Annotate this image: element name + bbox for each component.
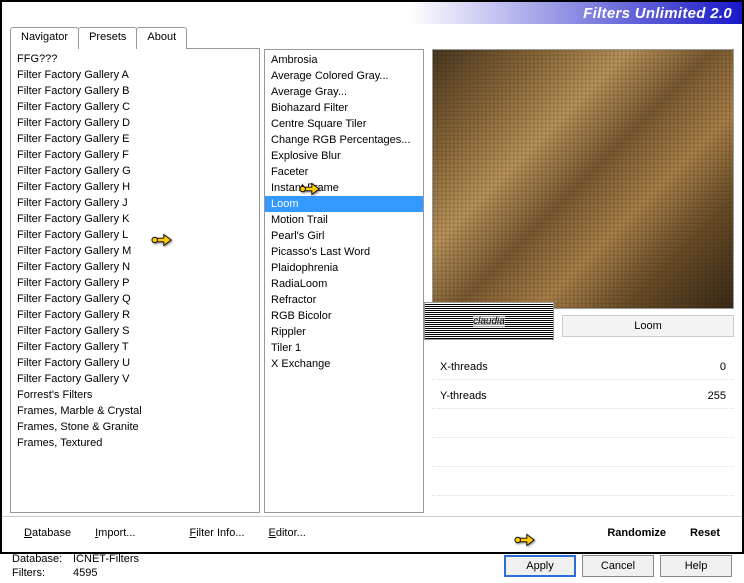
list-item[interactable]: Average Gray... — [265, 84, 423, 100]
titlebar: Filters Unlimited 2.0 — [2, 2, 742, 24]
list-item[interactable]: Frames, Marble & Crystal — [11, 403, 259, 419]
list-item[interactable]: Forrest's Filters — [11, 387, 259, 403]
middle-pane: AmbrosiaAverage Colored Gray...Average G… — [264, 27, 424, 513]
param-row-x[interactable]: X-threads 0 — [432, 355, 734, 380]
tab-navigator[interactable]: Navigator — [10, 27, 79, 49]
tabs-row: Navigator Presets About — [10, 27, 260, 49]
list-item[interactable]: Filter Factory Gallery M — [11, 243, 259, 259]
reset-button[interactable]: Reset — [678, 523, 732, 543]
list-item[interactable]: Pearl's Girl — [265, 228, 423, 244]
list-item[interactable]: Motion Trail — [265, 212, 423, 228]
list-item[interactable]: Filter Factory Gallery C — [11, 99, 259, 115]
database-button[interactable]: Database — [12, 523, 83, 543]
list-item[interactable]: Faceter — [265, 164, 423, 180]
list-item[interactable]: Plaidophrenia — [265, 260, 423, 276]
list-item[interactable]: Filter Factory Gallery N — [11, 259, 259, 275]
list-item[interactable]: Change RGB Percentages... — [265, 132, 423, 148]
selected-filter-name: Loom — [562, 315, 734, 337]
param-label: Y-threads — [440, 390, 487, 402]
tab-about[interactable]: About — [136, 27, 187, 49]
import-button[interactable]: Import... — [83, 523, 147, 543]
param-label: X-threads — [440, 361, 488, 373]
list-item[interactable]: Filter Factory Gallery D — [11, 115, 259, 131]
list-item[interactable]: Filter Factory Gallery E — [11, 131, 259, 147]
list-item[interactable]: Picasso's Last Word — [265, 244, 423, 260]
status-bar: Database: ICNET-Filters Filters: 4595 Ap… — [2, 549, 742, 583]
action-buttons: Apply Cancel Help — [504, 555, 732, 577]
list-item[interactable]: RGB Bicolor — [265, 308, 423, 324]
list-item[interactable]: Frames, Stone & Granite — [11, 419, 259, 435]
list-item[interactable]: Filter Factory Gallery B — [11, 83, 259, 99]
params-area: Loom X-threads 0 Y-threads 255 — [432, 315, 734, 496]
filters-count-value: 4595 — [73, 567, 97, 579]
list-item[interactable]: Frames, Textured — [11, 435, 259, 451]
list-item[interactable]: FFG??? — [11, 51, 259, 67]
spacer — [264, 27, 424, 49]
gallery-list[interactable]: FFG???Filter Factory Gallery AFilter Fac… — [10, 49, 260, 513]
list-item[interactable]: Average Colored Gray... — [265, 68, 423, 84]
param-row-empty — [432, 442, 734, 467]
list-item[interactable]: Filter Factory Gallery S — [11, 323, 259, 339]
bottom-buttons: Database Import... Filter Info... Editor… — [2, 516, 742, 549]
list-item[interactable]: Centre Square Tiler — [265, 116, 423, 132]
filter-info-button[interactable]: Filter Info... — [177, 523, 256, 543]
left-pane: Navigator Presets About FFG???Filter Fac… — [10, 27, 260, 513]
filter-list[interactable]: AmbrosiaAverage Colored Gray...Average G… — [264, 49, 424, 513]
param-row-y[interactable]: Y-threads 255 — [432, 384, 734, 409]
filters-count-label: Filters: — [12, 567, 67, 579]
list-item[interactable]: Explosive Blur — [265, 148, 423, 164]
app-title: Filters Unlimited 2.0 — [583, 5, 732, 22]
param-value: 0 — [720, 361, 726, 373]
list-item[interactable]: Filter Factory Gallery G — [11, 163, 259, 179]
db-label: Database: — [12, 553, 67, 565]
list-item[interactable]: RadiaLoom — [265, 276, 423, 292]
watermark-text: claudia — [473, 316, 505, 327]
list-item[interactable]: Filter Factory Gallery H — [11, 179, 259, 195]
list-item[interactable]: Filter Factory Gallery K — [11, 211, 259, 227]
list-item[interactable]: Loom — [265, 196, 423, 212]
randomize-button[interactable]: Randomize — [595, 523, 678, 543]
list-item[interactable]: Filter Factory Gallery R — [11, 307, 259, 323]
help-button[interactable]: Help — [660, 555, 732, 577]
status-info: Database: ICNET-Filters Filters: 4595 — [12, 553, 139, 579]
apply-button[interactable]: Apply — [504, 555, 576, 577]
list-item[interactable]: Filter Factory Gallery F — [11, 147, 259, 163]
cancel-button[interactable]: Cancel — [582, 555, 654, 577]
tab-presets[interactable]: Presets — [78, 27, 137, 49]
content-area: Navigator Presets About FFG???Filter Fac… — [2, 24, 742, 516]
list-item[interactable]: Filter Factory Gallery T — [11, 339, 259, 355]
tab-underline — [186, 27, 260, 49]
list-item[interactable]: Instant Frame — [265, 180, 423, 196]
list-item[interactable]: Ambrosia — [265, 52, 423, 68]
list-item[interactable]: Biohazard Filter — [265, 100, 423, 116]
list-item[interactable]: Filter Factory Gallery J — [11, 195, 259, 211]
list-item[interactable]: Refractor — [265, 292, 423, 308]
param-row-empty — [432, 471, 734, 496]
list-item[interactable]: Rippler — [265, 324, 423, 340]
list-item[interactable]: Filter Factory Gallery P — [11, 275, 259, 291]
list-item[interactable]: X Exchange — [265, 356, 423, 372]
list-item[interactable]: Filter Factory Gallery A — [11, 67, 259, 83]
list-item[interactable]: Filter Factory Gallery V — [11, 371, 259, 387]
preview-image — [432, 49, 734, 309]
list-item[interactable]: Filter Factory Gallery L — [11, 227, 259, 243]
list-item[interactable]: Filter Factory Gallery U — [11, 355, 259, 371]
db-value: ICNET-Filters — [73, 553, 139, 565]
param-row-empty — [432, 413, 734, 438]
list-item[interactable]: Tiler 1 — [265, 340, 423, 356]
right-pane: Loom X-threads 0 Y-threads 255 — [432, 27, 734, 513]
param-value: 255 — [708, 390, 726, 402]
watermark: claudia — [424, 302, 554, 340]
editor-button[interactable]: Editor... — [257, 523, 318, 543]
list-item[interactable]: Filter Factory Gallery Q — [11, 291, 259, 307]
